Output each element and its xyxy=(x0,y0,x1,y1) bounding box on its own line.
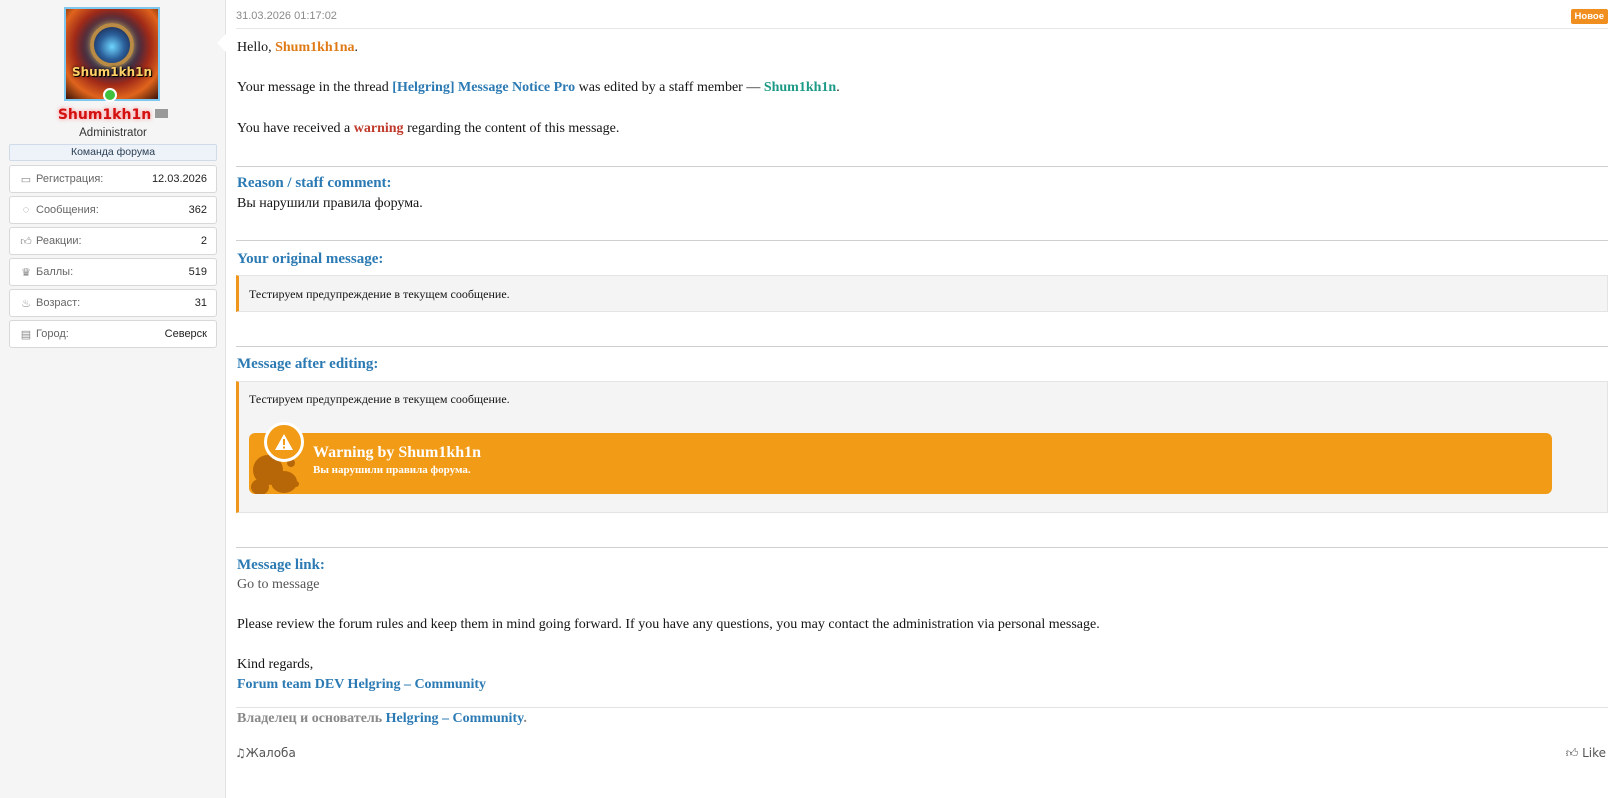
stat-label: Регистрация: xyxy=(36,173,104,185)
regards-text: Kind regards, xyxy=(237,657,314,672)
greeting-suffix: . xyxy=(354,40,359,55)
avatar-emblem xyxy=(90,23,134,67)
signature-prefix: Владелец и основатель xyxy=(237,711,386,726)
user-stats: ▭ Регистрация: 12.03.2026 ◌ Сообщения: 362… xyxy=(9,165,217,351)
stat-label: Город: xyxy=(36,328,69,340)
online-status-icon xyxy=(103,88,117,102)
greeting-prefix: Hello, xyxy=(237,40,276,55)
signature-suffix: . xyxy=(523,711,527,726)
user-sidebar: Shum1kh1n Shum1kh1n Administrator Команд… xyxy=(0,0,226,798)
stat-value: 31 xyxy=(194,297,207,309)
post-date[interactable]: 31.03.2026 01:17:02 xyxy=(236,10,337,22)
original-message-quote: Тестируем предупреждение в текущем сообщ… xyxy=(236,275,1608,312)
warning-subtitle: Вы нарушили правила форума. xyxy=(313,464,471,476)
after-editing-heading: Message after editing: xyxy=(237,356,379,372)
stat-value: 2 xyxy=(200,235,207,247)
reason-heading: Reason / staff comment: xyxy=(237,175,392,191)
stat-value[interactable]: 519 xyxy=(189,266,207,278)
edit-notice: Your message in the thread [Helgring] Me… xyxy=(237,80,840,96)
stat-value[interactable]: 362 xyxy=(189,204,207,216)
warning-triangle-icon xyxy=(264,422,304,462)
new-badge: Новое xyxy=(1570,9,1608,24)
like-button[interactable]: 👍︎ Like xyxy=(1566,746,1606,761)
envelope-icon[interactable] xyxy=(155,109,169,118)
recipient-name[interactable]: Shum1kh1na xyxy=(275,40,354,55)
divider xyxy=(236,547,1608,548)
signature-divider xyxy=(236,707,1608,708)
bell-icon: ♫ xyxy=(235,746,246,760)
thread-link[interactable]: [Helgring] Message Notice Pro xyxy=(392,80,575,95)
stat-row-points[interactable]: ♛ Баллы: 519 xyxy=(9,258,217,286)
edit-notice-suffix: . xyxy=(836,80,840,95)
thumbs-up-icon: 👍︎ xyxy=(20,235,32,248)
user-avatar[interactable]: Shum1kh1n xyxy=(64,7,160,101)
messages-icon: ◌ xyxy=(22,204,30,216)
avatar-logo-text: Shum1kh1n xyxy=(72,65,152,79)
message-link-heading: Message link: xyxy=(237,557,325,573)
edited-message-quote: Тестируем предупреждение в текущем сообщ… xyxy=(236,381,1608,513)
stat-label: Возраст: xyxy=(36,297,81,309)
reason-text: Вы нарушили правила форума. xyxy=(237,196,423,211)
staff-member-link[interactable]: Shum1kh1n xyxy=(764,80,836,95)
trophy-icon: ♛ xyxy=(21,266,31,279)
post-meta: 31.03.2026 01:17:02 Новое xyxy=(236,9,1608,29)
thumbs-up-icon: 👍︎ xyxy=(1565,746,1579,760)
warning-notice-suffix: regarding the content of this message. xyxy=(403,121,620,136)
calendar-icon: ▭ xyxy=(20,173,32,186)
rules-text: Please review the forum rules and keep t… xyxy=(237,617,1100,632)
warning-title: Warning by Shum1kh1n xyxy=(313,444,482,461)
post-content: 31.03.2026 01:17:02 Новое Hello, Shum1kh… xyxy=(226,0,1616,798)
divider xyxy=(236,346,1608,347)
stat-label: Баллы: xyxy=(36,266,74,278)
stat-row-reactions: 👍︎ Реакции: 2 xyxy=(9,227,217,255)
map-icon: ▤ xyxy=(20,328,32,341)
go-to-message-link[interactable]: Go to message xyxy=(237,577,319,593)
warning-notice: You have received a warning regarding th… xyxy=(237,121,619,137)
warning-banner: Warning by Shum1kh1n Вы нарушили правила… xyxy=(249,422,1552,494)
stat-row-age: ♨ Возраст: 31 xyxy=(9,289,217,317)
stat-value: 12.03.2026 xyxy=(151,173,207,185)
signature-link[interactable]: Helgring – Community xyxy=(386,711,524,726)
stat-row-registration: ▭ Регистрация: 12.03.2026 xyxy=(9,165,217,193)
stat-label: Сообщения: xyxy=(36,204,99,216)
original-message-text: Тестируем предупреждение в текущем сообщ… xyxy=(249,287,510,301)
stat-label: Реакции: xyxy=(36,235,82,247)
edit-notice-middle: was edited by a staff member — xyxy=(575,80,764,95)
edited-message-text: Тестируем предупреждение в текущем сообщ… xyxy=(249,392,510,406)
warning-word: warning xyxy=(353,121,404,136)
username-link[interactable]: Shum1kh1n xyxy=(0,107,226,123)
greeting: Hello, Shum1kh1na. xyxy=(237,40,358,56)
divider xyxy=(236,240,1608,241)
stat-row-messages[interactable]: ◌ Сообщения: 362 xyxy=(9,196,217,224)
user-signature: Владелец и основатель Helgring – Communi… xyxy=(237,711,527,727)
stat-value: Северск xyxy=(164,328,207,340)
user-title: Administrator xyxy=(79,127,147,139)
like-label[interactable]: Like xyxy=(1582,746,1606,760)
report-label[interactable]: Жалоба xyxy=(246,746,296,760)
divider xyxy=(236,166,1608,167)
stat-row-city: ▤ Город: Северск xyxy=(9,320,217,348)
original-message-heading: Your original message: xyxy=(237,251,384,267)
birthday-cake-icon: ♨ xyxy=(21,297,31,310)
warning-notice-prefix: You have received a xyxy=(237,121,354,136)
team-badge: Команда форума xyxy=(9,144,217,161)
report-button[interactable]: ♫Жалоба xyxy=(235,746,296,760)
edit-notice-prefix: Your message in the thread xyxy=(237,80,393,95)
username-text[interactable]: Shum1kh1n xyxy=(58,107,151,123)
team-signature: Forum team DEV Helgring – Community xyxy=(237,677,486,692)
